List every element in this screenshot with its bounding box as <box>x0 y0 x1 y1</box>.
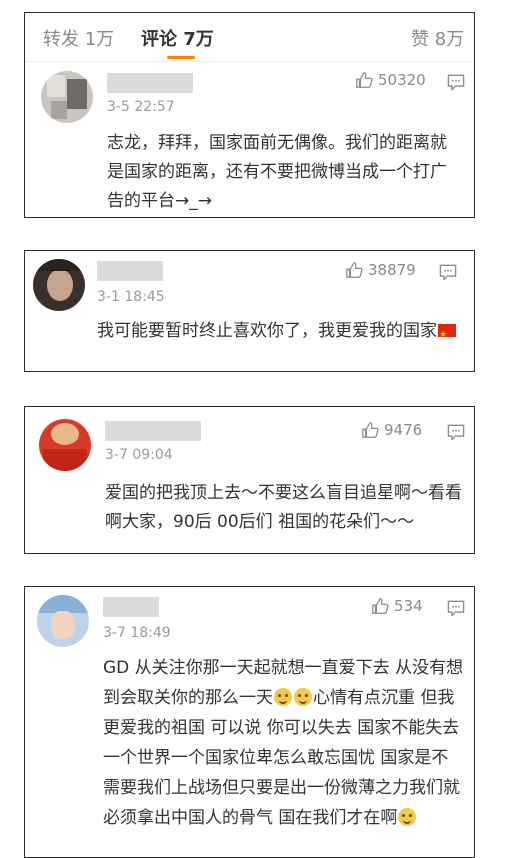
tab-comments[interactable]: 评论 7万 <box>141 25 214 51</box>
comment-text: 志龙，拜拜，国家面前无偶像。我们的距离就是国家的距离，还有不要把微博当成一个打广… <box>107 133 447 211</box>
tab-reposts[interactable]: 转发 1万 <box>43 25 114 51</box>
comment-card-3: 3-7 09:04 9476 爱国的把我顶上去～不要这么盲目追星啊～看看啊大家，… <box>24 406 475 554</box>
comment-icon[interactable] <box>439 264 457 281</box>
username-masked[interactable] <box>97 261 163 281</box>
like-count: 38879 <box>368 261 416 279</box>
china-flag-emoji <box>438 321 456 350</box>
comment-text-content: 我可能要暂时终止喜欢你了，我更爱我的国家 <box>97 321 437 341</box>
like-button[interactable]: 9476 <box>361 421 422 439</box>
smile-emoji <box>294 688 312 706</box>
thumbs-up-icon <box>356 72 373 88</box>
avatar[interactable] <box>39 419 91 471</box>
like-count: 9476 <box>384 421 423 439</box>
avatar[interactable] <box>33 259 85 311</box>
like-button[interactable]: 38879 <box>345 261 416 279</box>
username-masked[interactable] <box>103 597 159 617</box>
like-count: 534 <box>394 597 423 615</box>
like-count: 50320 <box>378 71 426 89</box>
comment-text-part-2: 心情有点沉重 但我更爱我的祖国 可以说 你可以失去 国家不能失去 一个世界一个国… <box>103 688 460 828</box>
avatar[interactable] <box>37 595 89 647</box>
comment-card-2: 3-1 18:45 38879 我可能要暂时终止喜欢你了，我更爱我的国家 <box>24 250 475 372</box>
thumbs-up-icon <box>372 598 389 614</box>
username-masked[interactable] <box>105 421 201 441</box>
thumbs-up-icon <box>346 262 363 278</box>
smile-emoji <box>398 808 417 826</box>
comment-card-1: 转发 1万 评论 7万 赞 8万 3-5 22:57 50320 志龙，拜拜，国… <box>24 12 475 218</box>
comment-time: 3-5 22:57 <box>107 99 175 115</box>
comment-time: 3-7 09:04 <box>105 447 173 463</box>
comment-icon[interactable] <box>447 74 465 91</box>
tab-likes[interactable]: 赞 8万 <box>411 25 464 51</box>
comment-time: 3-7 18:49 <box>103 625 171 641</box>
comment-text: 爱国的把我顶上去～不要这么盲目追星啊～看看啊大家，90后 00后们 祖国的花朵们… <box>105 483 462 532</box>
like-button[interactable]: 50320 <box>355 71 426 89</box>
comment-icon[interactable] <box>447 424 465 441</box>
comment-text: GD 从关注你那一天起就想一直爱下去 从没有想到会取关你的那么一天 心情有点沉重 … <box>103 653 465 833</box>
comment-tabs: 转发 1万 评论 7万 赞 8万 <box>25 13 474 62</box>
comment-card-4: 3-7 18:49 534 GD 从关注你那一天起就想一直爱下去 从没有想到会取… <box>24 586 475 858</box>
smile-emoji <box>274 688 292 706</box>
comment-time: 3-1 18:45 <box>97 289 165 305</box>
comment-text: 我可能要暂时终止喜欢你了，我更爱我的国家 <box>97 317 463 350</box>
username-masked[interactable] <box>107 73 193 93</box>
like-button[interactable]: 534 <box>371 597 423 615</box>
comment-icon[interactable] <box>447 600 465 617</box>
avatar[interactable] <box>41 71 93 123</box>
tab-active-indicator <box>167 56 195 59</box>
thumbs-up-icon <box>362 422 379 438</box>
